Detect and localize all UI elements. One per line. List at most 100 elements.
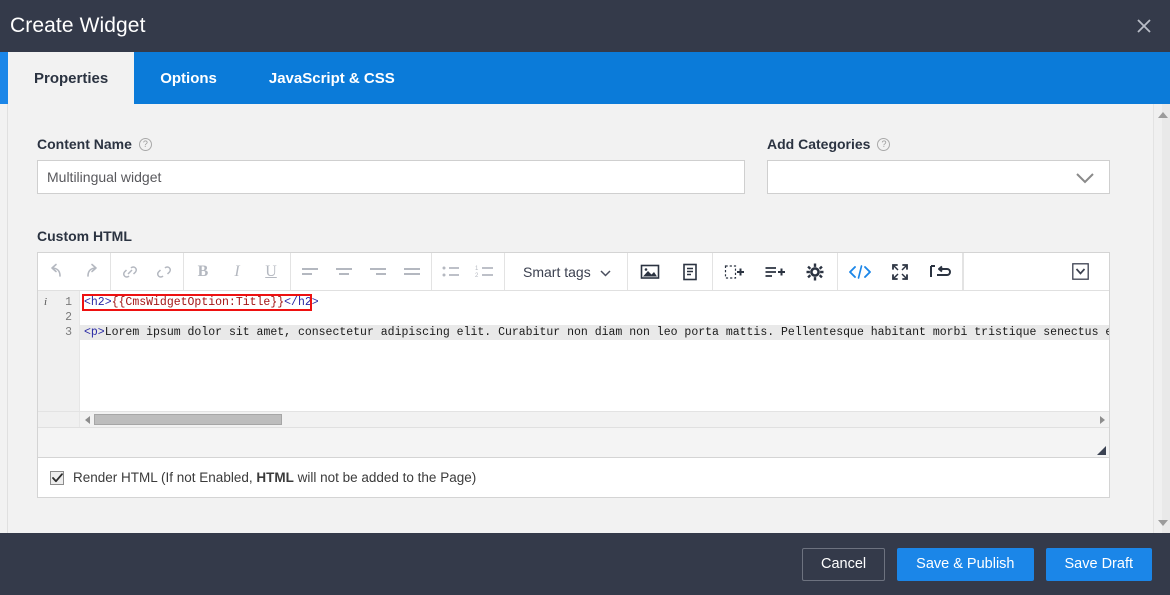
help-circle-icon[interactable]: ? (877, 138, 890, 151)
tab-properties-label: Properties (34, 70, 108, 87)
svg-text:2: 2 (475, 273, 479, 279)
render-html-text-after: will not be added to the Page) (294, 470, 476, 485)
tab-properties[interactable]: Properties (8, 52, 134, 104)
caret-right-icon[interactable] (1095, 416, 1109, 424)
toolbar-group-history (38, 253, 111, 290)
insert-widget-icon[interactable] (715, 254, 755, 290)
custom-html-field-group: Custom HTML (37, 228, 1110, 498)
html-editor: B I U (37, 252, 1110, 458)
code-horizontal-scrollbar[interactable] (38, 411, 1109, 427)
content-name-label-text: Content Name (37, 136, 132, 152)
render-html-checkbox[interactable] (50, 471, 64, 485)
content-name-input[interactable] (37, 160, 745, 194)
toolbar-group-insert-structure (713, 253, 838, 290)
undo-icon[interactable] (40, 254, 74, 290)
toolbar-group-view (838, 253, 963, 290)
editor-statusbar (38, 427, 1109, 457)
save-publish-button-label: Save & Publish (916, 556, 1014, 572)
panel-vertical-scrollbar[interactable] (1153, 104, 1170, 533)
render-html-text-bold: HTML (256, 470, 294, 485)
toolbar-group-lists: 1 2 (432, 253, 505, 290)
tab-javascript-css[interactable]: JavaScript & CSS (243, 52, 421, 104)
modal-body: Content Name ? Add Categories ? (0, 104, 1170, 533)
tab-options[interactable]: Options (134, 52, 243, 104)
render-html-row: Render HTML (If not Enabled, HTML will n… (37, 458, 1110, 498)
custom-html-label: Custom HTML (37, 228, 1110, 244)
code-token-macro: {{CmsWidgetOption:Title}} (112, 296, 285, 309)
settings-gear-icon[interactable] (795, 254, 835, 290)
insert-document-icon[interactable] (670, 254, 710, 290)
toolbar-group-link (111, 253, 184, 290)
vscroll-track[interactable] (1162, 104, 1170, 533)
gutter-line: 3 (38, 325, 79, 340)
tab-bar: Properties Options JavaScript & CSS (0, 52, 1170, 104)
code-token-tag: </h2> (284, 296, 319, 309)
toolbar-group-format: B I U (184, 253, 291, 290)
help-circle-icon[interactable]: ? (139, 138, 152, 151)
gutter-line-number: 1 (65, 296, 72, 309)
code-line: <h2>{{CmsWidgetOption:Title}}</h2> (80, 295, 1109, 310)
align-justify-icon[interactable] (395, 254, 429, 290)
cancel-button[interactable]: Cancel (802, 548, 885, 581)
gutter-info-icon[interactable]: i (44, 295, 47, 310)
source-code-icon[interactable] (840, 254, 880, 290)
gutter-line-number: 3 (65, 326, 72, 339)
hscroll-thumb[interactable] (94, 414, 282, 425)
add-categories-label: Add Categories ? (767, 136, 1110, 152)
smart-tags-dropdown[interactable]: Smart tags (507, 254, 625, 290)
resize-grip-icon[interactable] (1097, 446, 1106, 455)
code-token-text: Lorem ipsum dolor sit amet, consectetur … (105, 326, 1109, 339)
show-blocks-icon[interactable] (920, 254, 960, 290)
create-widget-modal: Create Widget Properties Options JavaScr… (0, 0, 1170, 595)
code-gutter: i 1 2 3 (38, 291, 80, 411)
code-line: <p>Lorem ipsum dolor sit amet, consectet… (80, 325, 1109, 340)
caret-down-icon[interactable] (1154, 514, 1170, 531)
hscroll-gutter-pad (38, 412, 80, 428)
save-publish-button[interactable]: Save & Publish (897, 548, 1033, 581)
caret-left-icon[interactable] (80, 416, 94, 424)
render-html-text-before: Render HTML (If not Enabled, (73, 470, 256, 485)
toolbar-group-smart-tags: Smart tags (505, 253, 628, 290)
align-right-icon[interactable] (361, 254, 395, 290)
content-name-field-group: Content Name ? (37, 136, 745, 194)
bold-icon[interactable]: B (186, 254, 220, 290)
close-icon[interactable] (1126, 8, 1162, 44)
save-draft-button[interactable]: Save Draft (1046, 548, 1153, 581)
unlink-icon[interactable] (147, 254, 181, 290)
cancel-button-label: Cancel (821, 556, 866, 572)
toolbar-group-align (291, 253, 432, 290)
redo-icon[interactable] (74, 254, 108, 290)
gutter-line: i 1 (38, 295, 79, 310)
chevron-down-icon (600, 264, 611, 280)
bullet-list-icon[interactable] (434, 254, 468, 290)
add-categories-select[interactable] (767, 160, 1110, 194)
content-name-label: Content Name ? (37, 136, 745, 152)
save-draft-button-label: Save Draft (1065, 556, 1134, 572)
editor-toolbar: B I U (38, 253, 1109, 291)
align-center-icon[interactable] (327, 254, 361, 290)
insert-form-icon[interactable] (755, 254, 795, 290)
toolbar-collapse-icon[interactable] (1063, 254, 1097, 290)
insert-link-icon[interactable] (113, 254, 147, 290)
tab-javascript-css-label: JavaScript & CSS (269, 70, 395, 87)
svg-text:1: 1 (475, 266, 479, 272)
caret-up-icon[interactable] (1154, 106, 1170, 123)
insert-image-icon[interactable] (630, 254, 670, 290)
code-line (80, 310, 1109, 325)
gutter-line: 2 (38, 310, 79, 325)
code-token-tag: <h2> (84, 296, 112, 309)
chevron-down-icon (1075, 171, 1095, 189)
tab-bar-left-edge (0, 52, 8, 104)
align-left-icon[interactable] (293, 254, 327, 290)
underline-icon[interactable]: U (254, 254, 288, 290)
fullscreen-icon[interactable] (880, 254, 920, 290)
modal-footer: Cancel Save & Publish Save Draft (0, 533, 1170, 595)
numbered-list-icon[interactable]: 1 2 (468, 254, 502, 290)
code-editor-area[interactable]: i 1 2 3 <h2>{{CmsWidgetOption:Title} (38, 291, 1109, 411)
body-left-rail (0, 104, 8, 533)
tab-bar-filler (421, 52, 1170, 104)
code-lines[interactable]: <h2>{{CmsWidgetOption:Title}}</h2> <p>Lo… (80, 291, 1109, 411)
italic-icon[interactable]: I (220, 254, 254, 290)
custom-html-label-text: Custom HTML (37, 228, 132, 244)
add-categories-label-text: Add Categories (767, 136, 870, 152)
